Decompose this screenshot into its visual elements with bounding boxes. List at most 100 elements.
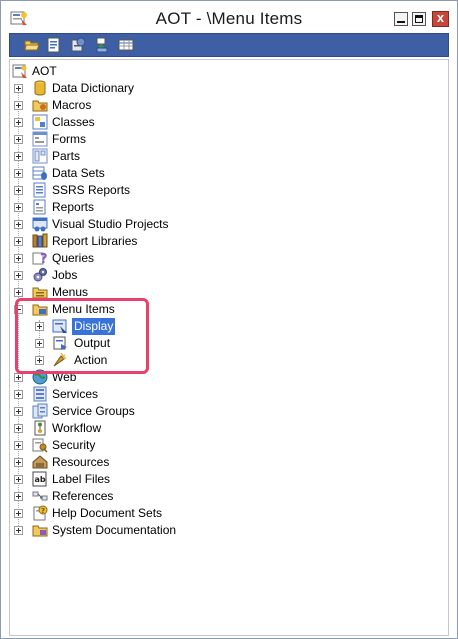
expand-toggle[interactable] — [14, 509, 23, 518]
tree-node-macros[interactable]: Macros — [10, 97, 270, 114]
reports-icon — [33, 199, 46, 215]
tree-node-label: Service Groups — [52, 404, 135, 418]
security-icon — [32, 438, 48, 453]
tree-node-label: Services — [52, 387, 99, 401]
workflow-icon — [34, 420, 46, 436]
jobs-icon — [33, 268, 47, 282]
tree-node-label: Visual Studio Projects — [52, 217, 169, 231]
expand-toggle[interactable] — [14, 441, 23, 450]
report-libraries-icon — [32, 233, 48, 248]
aot-root-icon — [12, 64, 27, 78]
macros-icon — [32, 100, 48, 112]
expand-toggle[interactable] — [14, 407, 23, 416]
expand-toggle[interactable] — [14, 254, 23, 263]
tree-node-service-groups[interactable]: Service Groups — [10, 403, 270, 420]
vs-projects-icon — [32, 217, 48, 232]
minimize-button[interactable] — [394, 12, 408, 26]
tree-node-label: References — [52, 489, 114, 503]
maximize-button[interactable] — [412, 12, 426, 26]
tree-node-resources[interactable]: Resources — [10, 454, 270, 471]
svg-text:ab: ab — [35, 475, 46, 484]
close-icon: x — [436, 10, 445, 25]
tree-node-ssrs-reports[interactable]: SSRS Reports — [10, 182, 270, 199]
tree-node-references[interactable]: References — [10, 488, 270, 505]
tree-node-classes[interactable]: Classes — [10, 114, 270, 131]
services-icon — [33, 386, 47, 402]
close-button[interactable]: x — [432, 10, 449, 27]
tree-node-label-files[interactable]: ab Label Files — [10, 471, 270, 488]
tree-node-label: Macros — [52, 98, 92, 112]
title-bar[interactable]: AOT - \Menu Items x — [1, 1, 457, 35]
expand-toggle[interactable] — [14, 492, 23, 501]
tree-root-label: AOT — [32, 64, 57, 78]
ssrs-reports-icon — [33, 182, 46, 198]
tree-node-help-document-sets[interactable]: ? Help Document Sets — [10, 505, 270, 522]
expand-toggle[interactable] — [14, 526, 23, 535]
expand-toggle[interactable] — [14, 152, 23, 161]
import-icon[interactable] — [94, 37, 110, 53]
tree-node-security[interactable]: Security — [10, 437, 270, 454]
expand-toggle[interactable] — [14, 186, 23, 195]
tree-node-visual-studio-projects[interactable]: Visual Studio Projects — [10, 216, 270, 233]
expand-toggle[interactable] — [14, 424, 23, 433]
tree-node-system-documentation[interactable]: System Documentation — [10, 522, 270, 539]
references-icon — [32, 491, 48, 501]
classes-icon — [32, 114, 48, 130]
expand-toggle[interactable] — [14, 135, 23, 144]
tree-node-label: Help Document Sets — [52, 506, 163, 520]
expand-toggle[interactable] — [14, 237, 23, 246]
tree-node-label: Workflow — [52, 421, 102, 435]
tree-node-label: Data Dictionary — [52, 81, 135, 95]
tree-node-label: Jobs — [52, 268, 78, 282]
tree-node-label: Reports — [52, 200, 95, 214]
window-title: AOT - \Menu Items — [155, 9, 303, 28]
expand-toggle[interactable] — [14, 271, 23, 280]
toolbar — [9, 33, 449, 57]
menu-items-highlight-box — [15, 298, 149, 374]
tree-node-label: Resources — [52, 455, 110, 469]
service-groups-icon — [32, 403, 48, 419]
expand-toggle[interactable] — [14, 118, 23, 127]
expand-toggle[interactable] — [14, 373, 23, 382]
tree-root[interactable]: AOT — [10, 63, 210, 80]
tree-node-reports[interactable]: Reports — [10, 199, 270, 216]
database-icon — [34, 80, 46, 96]
forms-icon — [32, 131, 48, 147]
tree-node-label: Data Sets — [52, 166, 105, 180]
expand-toggle[interactable] — [14, 390, 23, 399]
resources-icon — [32, 455, 48, 469]
expand-toggle[interactable] — [14, 84, 23, 93]
expand-toggle[interactable] — [14, 475, 23, 484]
expand-toggle[interactable] — [14, 203, 23, 212]
tree-node-data-sets[interactable]: Data Sets — [10, 165, 270, 182]
tree-node-label: SSRS Reports — [52, 183, 131, 197]
expand-toggle[interactable] — [14, 288, 23, 297]
datasets-icon — [32, 166, 47, 180]
tree-node-jobs[interactable]: Jobs — [10, 267, 270, 284]
open-icon[interactable] — [24, 37, 40, 53]
tree-node-label: Label Files — [52, 472, 111, 486]
system-docs-icon — [32, 525, 48, 537]
tree-node-queries[interactable]: ? Queries — [10, 250, 270, 267]
tree-node-label: Parts — [52, 149, 81, 163]
svg-text:?: ? — [40, 252, 48, 266]
grid-icon[interactable] — [118, 37, 134, 53]
expand-toggle[interactable] — [14, 101, 23, 110]
expand-toggle[interactable] — [14, 458, 23, 467]
expand-toggle[interactable] — [14, 169, 23, 178]
properties-icon[interactable] — [46, 37, 62, 53]
tree-node-label: Queries — [52, 251, 95, 265]
tree-node-forms[interactable]: Forms — [10, 131, 270, 148]
tree-node-report-libraries[interactable]: Report Libraries — [10, 233, 270, 250]
tree-node-label: Classes — [52, 115, 95, 129]
tree-node-label: Report Libraries — [52, 234, 138, 248]
tree-node-parts[interactable]: Parts — [10, 148, 270, 165]
tree-node-label: System Documentation — [52, 523, 177, 537]
aot-window: AOT - \Menu Items x AOT Data Dictionary … — [0, 0, 458, 639]
compile-icon[interactable] — [70, 37, 86, 53]
tree-node-data-dictionary[interactable]: Data Dictionary — [10, 80, 270, 97]
tree-node-services[interactable]: Services — [10, 386, 270, 403]
expand-toggle[interactable] — [14, 220, 23, 229]
help-docs-icon: ? — [33, 505, 48, 521]
tree-node-workflow[interactable]: Workflow — [10, 420, 270, 437]
